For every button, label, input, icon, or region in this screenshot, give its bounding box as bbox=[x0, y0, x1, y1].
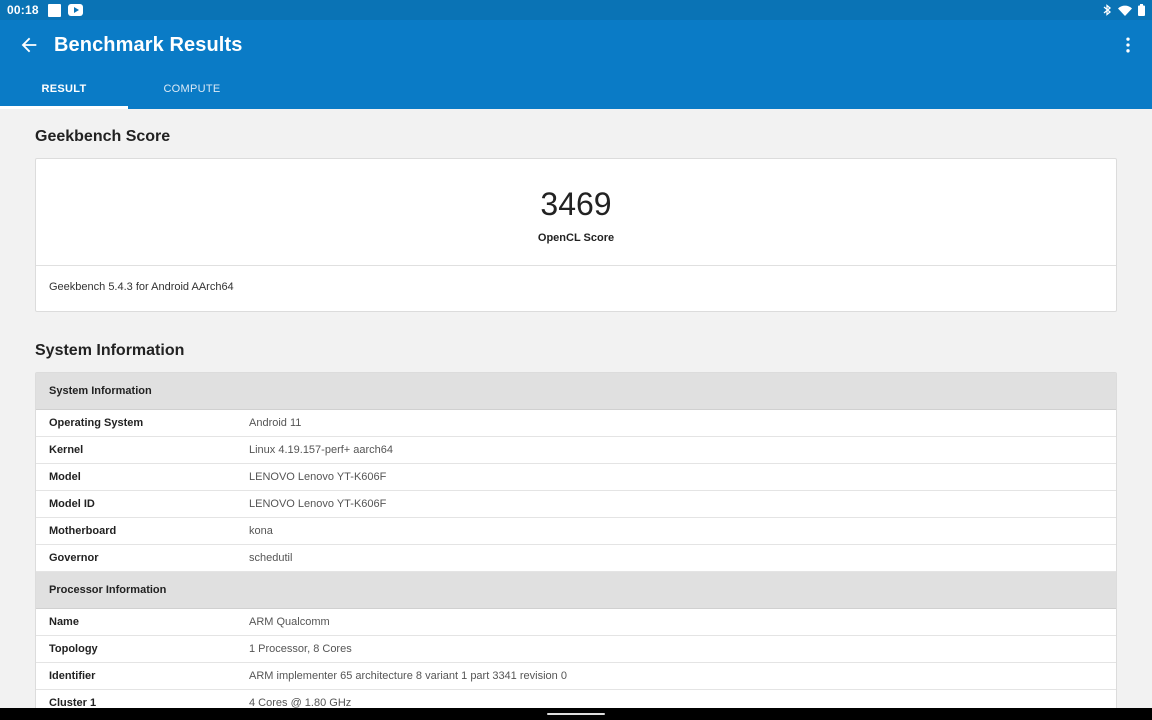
wifi-icon bbox=[1118, 5, 1132, 16]
opencl-score-label: OpenCL Score bbox=[537, 232, 615, 244]
row-key: Governor bbox=[49, 552, 99, 564]
table-row: Governor schedutil bbox=[36, 545, 1116, 572]
youtube-notification-icon bbox=[67, 4, 83, 16]
row-value: schedutil bbox=[249, 552, 293, 564]
table-row: Identifier ARM implementer 65 architectur… bbox=[36, 663, 1116, 690]
row-value: 1 Processor, 8 Cores bbox=[249, 643, 352, 655]
geekbench-version: Geekbench 5.4.3 for Android AArch64 bbox=[49, 281, 234, 293]
tab-compute[interactable]: COMPUTE bbox=[128, 76, 256, 109]
row-key: Kernel bbox=[49, 444, 84, 456]
navigation-bar bbox=[0, 708, 1152, 720]
table-row: Model ID LENOVO Lenovo YT-K606F bbox=[36, 491, 1116, 518]
group-header-processor: Processor Information bbox=[36, 572, 1116, 609]
notification-square-icon bbox=[47, 3, 61, 17]
table-row: Kernel Linux 4.19.157-perf+ aarch64 bbox=[36, 437, 1116, 464]
status-bar: 00:18 bbox=[0, 0, 1152, 20]
table-row: Motherboard kona bbox=[36, 518, 1116, 545]
row-key: Model ID bbox=[49, 498, 95, 510]
overflow-menu-icon[interactable] bbox=[1118, 35, 1138, 55]
system-info-card: System Information Operating System Andro… bbox=[35, 372, 1117, 708]
battery-icon bbox=[1138, 4, 1145, 16]
row-value: 4 Cores @ 1.80 GHz bbox=[249, 697, 352, 708]
row-value: LENOVO Lenovo YT-K606F bbox=[249, 471, 387, 483]
row-key: Topology bbox=[49, 643, 98, 655]
group-header-system: System Information bbox=[36, 373, 1116, 410]
back-arrow-icon[interactable] bbox=[18, 34, 40, 56]
table-row: Topology 1 Processor, 8 Cores bbox=[36, 636, 1116, 663]
table-row: Operating System Android 11 bbox=[36, 410, 1116, 437]
content-scroll-area[interactable]: Geekbench Score 3469 OpenCL Score Geekbe… bbox=[0, 109, 1152, 708]
app-bar: Benchmark Results RESULT COMPUTE bbox=[0, 20, 1152, 109]
table-row: Model LENOVO Lenovo YT-K606F bbox=[36, 464, 1116, 491]
row-key: Model bbox=[49, 471, 81, 483]
bluetooth-icon bbox=[1103, 4, 1112, 16]
row-key: Cluster 1 bbox=[49, 697, 97, 708]
row-value: ARM Qualcomm bbox=[249, 616, 330, 628]
row-value: kona bbox=[249, 525, 273, 537]
system-section-title: System Information bbox=[35, 342, 185, 359]
row-value: LENOVO Lenovo YT-K606F bbox=[249, 498, 387, 510]
tab-bar: RESULT COMPUTE bbox=[0, 76, 256, 109]
row-value: Android 11 bbox=[249, 417, 302, 429]
table-row: Name ARM Qualcomm bbox=[36, 609, 1116, 636]
gesture-handle[interactable] bbox=[547, 713, 605, 715]
score-divider bbox=[36, 265, 1116, 266]
score-card: 3469 OpenCL Score Geekbench 5.4.3 for An… bbox=[35, 158, 1117, 312]
row-key: Identifier bbox=[49, 670, 96, 682]
tab-result[interactable]: RESULT bbox=[0, 76, 128, 109]
score-section-title: Geekbench Score bbox=[35, 128, 171, 145]
row-key: Motherboard bbox=[49, 525, 117, 537]
opencl-score-value: 3469 bbox=[540, 186, 612, 222]
row-value: ARM implementer 65 architecture 8 varian… bbox=[249, 670, 567, 682]
row-key: Operating System bbox=[49, 417, 144, 429]
row-key: Name bbox=[49, 616, 79, 628]
page-title: Benchmark Results bbox=[54, 34, 243, 56]
row-value: Linux 4.19.157-perf+ aarch64 bbox=[249, 444, 394, 456]
table-row: Cluster 1 4 Cores @ 1.80 GHz bbox=[36, 690, 1116, 708]
status-time: 00:18 bbox=[7, 3, 39, 17]
